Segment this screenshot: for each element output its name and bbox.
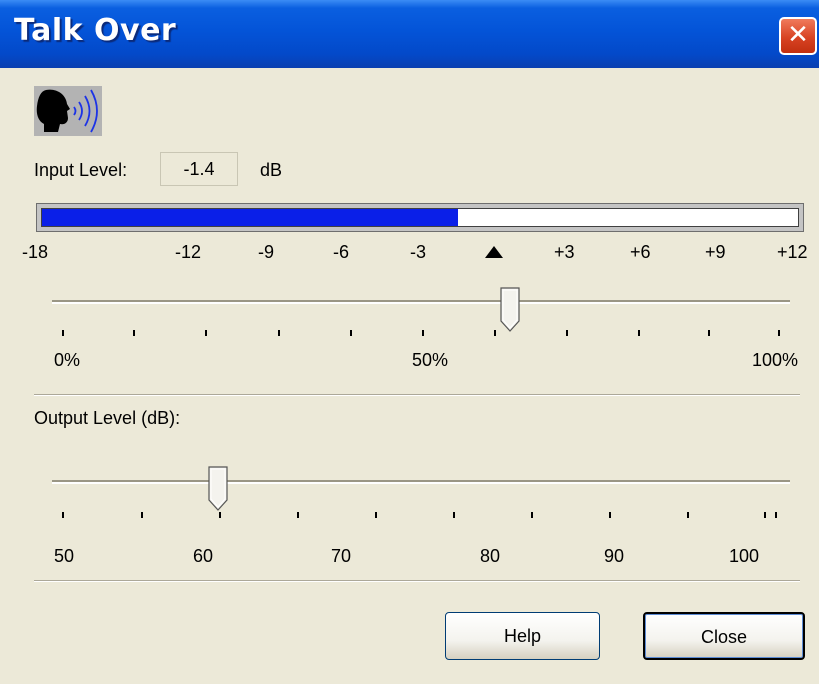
meter-scale-label: +9 — [705, 242, 726, 262]
output-level-label: Output Level (dB): — [34, 408, 181, 428]
threshold-scale-label: 100% — [752, 350, 799, 370]
triangle-up-icon — [485, 246, 503, 258]
meter-scale-label: -6 — [333, 242, 350, 262]
slider-tick-mark — [62, 330, 64, 336]
output-scale-label: 70 — [331, 546, 352, 566]
meter-scale-label: -12 — [175, 242, 202, 262]
input-level-label: Input Level: — [34, 160, 128, 180]
input-level-value: -1.4 — [160, 152, 238, 186]
slider-tick-mark — [453, 512, 455, 518]
slider-tick-mark — [494, 330, 496, 336]
slider-tick-mark — [141, 512, 143, 518]
meter-scale-label: +12 — [777, 242, 808, 262]
threshold-scale-label: 50% — [412, 350, 449, 370]
output-scale-label: 60 — [193, 546, 214, 566]
close-icon[interactable]: ✕ — [779, 17, 817, 55]
threshold-slider-track[interactable] — [52, 300, 790, 304]
close-button[interactable]: Close — [643, 612, 805, 660]
slider-tick-mark — [609, 512, 611, 518]
slider-tick-mark — [531, 512, 533, 518]
slider-tick-mark — [687, 512, 689, 518]
meter-scale-label: +6 — [630, 242, 651, 262]
threshold-slider-thumb[interactable] — [499, 287, 520, 332]
meter-scale-label: -3 — [410, 242, 427, 262]
meter-scale-label: +3 — [554, 242, 575, 262]
slider-tick-mark — [350, 330, 352, 336]
input-level-meter — [36, 203, 804, 232]
slider-tick-mark — [708, 330, 710, 336]
slider-tick-mark — [133, 330, 135, 336]
output-scale-label: 90 — [604, 546, 625, 566]
meter-fill — [42, 209, 458, 226]
person-speaking-icon — [34, 86, 102, 136]
window-title: Talk Over — [14, 13, 177, 48]
meter-scale-label: -18 — [22, 242, 49, 262]
slider-tick-mark — [775, 512, 777, 518]
slider-tick-mark — [297, 512, 299, 518]
input-level-unit: dB — [260, 160, 283, 180]
output-scale-label: 100 — [729, 546, 760, 566]
separator — [34, 580, 800, 582]
slider-tick-mark — [219, 512, 221, 518]
title-bar[interactable]: Talk Over ✕ — [0, 0, 819, 68]
output-scale-label: 50 — [54, 546, 75, 566]
slider-tick-mark — [375, 512, 377, 518]
slider-tick-mark — [62, 512, 64, 518]
help-button[interactable]: Help — [445, 612, 600, 660]
separator — [34, 394, 800, 396]
output-slider-thumb[interactable] — [208, 466, 228, 511]
slider-tick-mark — [566, 330, 568, 336]
threshold-scale-label: 0% — [54, 350, 81, 370]
slider-tick-mark — [278, 330, 280, 336]
output-slider-track[interactable] — [52, 480, 790, 484]
talk-over-dialog: Talk Over ✕ Input Level: -1.4 dB -18 -12… — [0, 0, 819, 684]
slider-tick-mark — [422, 330, 424, 336]
slider-tick-mark — [778, 330, 780, 336]
slider-tick-mark — [764, 512, 766, 518]
slider-tick-mark — [205, 330, 207, 336]
output-scale-label: 80 — [480, 546, 501, 566]
meter-scale-label: -9 — [258, 242, 275, 262]
slider-tick-mark — [638, 330, 640, 336]
